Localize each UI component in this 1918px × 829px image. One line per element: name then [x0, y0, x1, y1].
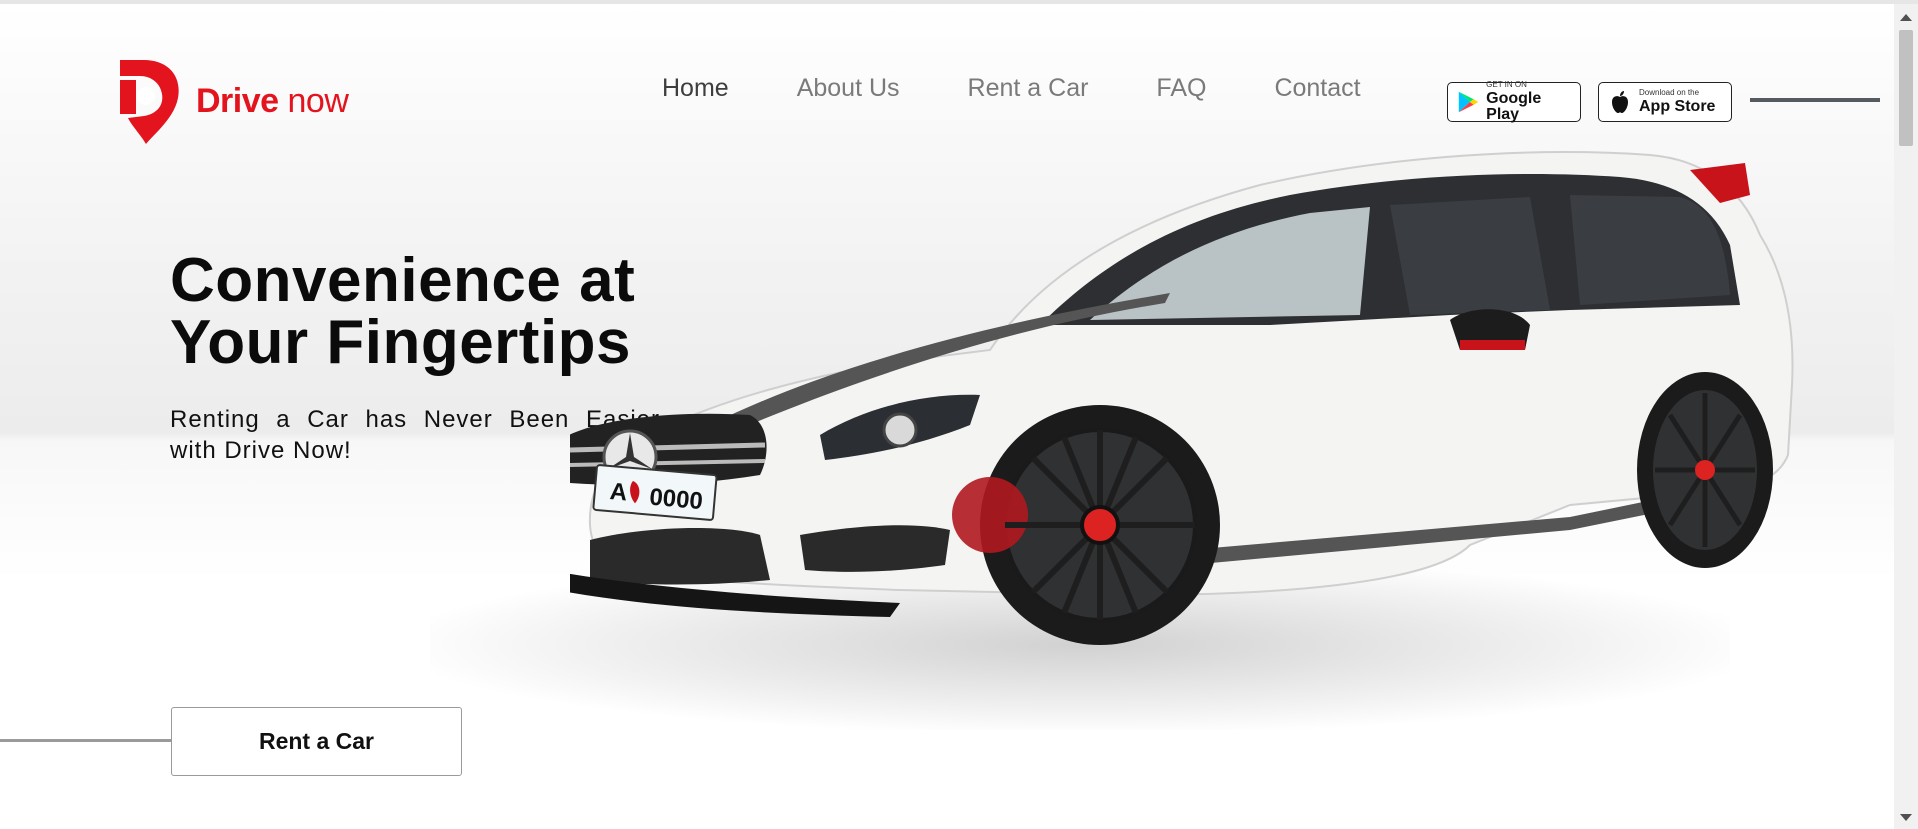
app-store-badge[interactable]: Download on the App Store — [1598, 82, 1732, 122]
nav-faq[interactable]: FAQ — [1156, 74, 1206, 103]
vertical-scrollbar[interactable] — [1894, 4, 1918, 829]
google-play-small-text: GET IN ON — [1486, 80, 1527, 89]
hero-headline-line2: Your Fingertips — [170, 308, 632, 377]
plate-letter: A — [609, 478, 629, 506]
app-store-small-text: Download on the — [1639, 88, 1700, 97]
scroll-up-arrow-icon[interactable] — [1900, 14, 1912, 21]
logo-word-now: now — [287, 81, 349, 120]
logo[interactable]: Drive now — [116, 56, 349, 146]
logo-wordmark: Drive now — [196, 81, 349, 121]
plate-number: 0000 — [648, 484, 704, 516]
app-store-big-text: App Store — [1639, 98, 1716, 115]
google-play-icon — [1458, 91, 1479, 113]
nav-about-us[interactable]: About Us — [797, 74, 900, 103]
menu-toggle-line[interactable] — [1750, 98, 1880, 102]
hero-car-image: A 0000 — [570, 151, 1794, 645]
google-play-badge[interactable]: GET IN ON Google Play — [1447, 80, 1581, 123]
nav-home[interactable]: Home — [662, 74, 729, 103]
logo-word-drive: Drive — [196, 81, 279, 120]
cta-accent-line — [0, 739, 172, 742]
nav-rent-a-car[interactable]: Rent a Car — [968, 74, 1089, 103]
scroll-down-arrow-icon[interactable] — [1900, 814, 1912, 821]
hero-headline-line1: Convenience at — [170, 246, 636, 315]
google-play-big-text: Google Play — [1486, 90, 1542, 123]
nav-contact[interactable]: Contact — [1274, 74, 1360, 103]
scroll-thumb[interactable] — [1899, 30, 1913, 146]
hero-headline: Convenience at Your Fingertips — [170, 250, 730, 374]
apple-icon — [1612, 91, 1628, 113]
rent-a-car-button[interactable]: Rent a Car — [171, 707, 462, 776]
main-nav: Home About Us Rent a Car FAQ Contact — [662, 74, 1429, 103]
drive-now-logo-icon — [120, 60, 179, 144]
